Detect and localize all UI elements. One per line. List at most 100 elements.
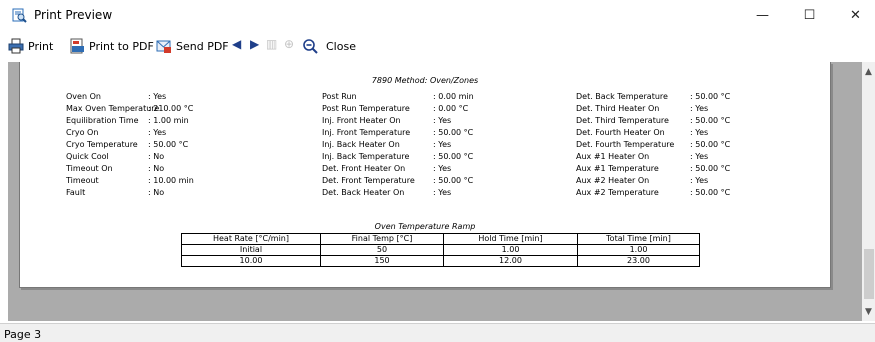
zoom-out-close-button[interactable]: Close (302, 36, 356, 56)
param-value: : 50.00 °C (433, 176, 474, 185)
param-label: Det. Front Heater On (322, 164, 406, 173)
param-label: Det. Front Temperature (322, 176, 415, 185)
param-label: Det. Fourth Temperature (576, 140, 675, 149)
param-value: : 210.00 °C (148, 104, 194, 113)
param-label: Max Oven Temperature (66, 104, 160, 113)
param-value: : No (148, 164, 165, 173)
minimize-button[interactable]: — (740, 0, 785, 32)
ramp-cell: Initial (181, 244, 321, 256)
send-pdf-button[interactable]: Send PDF (156, 36, 229, 56)
ramp-cell: 10.00 (181, 255, 321, 267)
param-label: Det. Third Heater On (576, 104, 660, 113)
printer-icon (8, 38, 24, 54)
ramp-row: Initial 50 1.00 1.00 (181, 244, 700, 256)
param-label: Inj. Front Heater On (322, 116, 401, 125)
param-label: Inj. Back Heater On (322, 140, 400, 149)
param-value: : Yes (690, 128, 709, 137)
param-value: : 50.00 °C (690, 164, 731, 173)
param-label: Timeout (66, 176, 99, 185)
param-label: Det. Fourth Heater On (576, 128, 665, 137)
param-label: Det. Back Temperature (576, 92, 668, 101)
window-title: Print Preview (34, 8, 113, 22)
scroll-down-icon[interactable]: ▼ (862, 307, 875, 317)
ramp-cell: 1.00 (443, 244, 578, 256)
param-label: Aux #2 Heater On (576, 176, 650, 185)
param-value: : Yes (148, 92, 167, 101)
param-label: Timeout On (66, 164, 113, 173)
preview-page: 7890 Method: Oven/Zones Oven On : Yes Max … (19, 62, 831, 288)
ramp-header-cell: Total Time [min] (577, 233, 700, 245)
ramp-cell: 150 (320, 255, 444, 267)
ramp-header-row: Heat Rate [°C/min] Final Temp [°C] Hold Ti… (181, 233, 700, 245)
ramp-cell: 1.00 (577, 244, 700, 256)
param-value: : 50.00 °C (690, 92, 731, 101)
ramp-header-cell: Hold Time [min] (443, 233, 578, 245)
param-value: : Yes (690, 152, 709, 161)
param-value: : No (148, 152, 165, 161)
toolbar: Print Print to PDF Send PDF ◀ ▶ ▥ ⊕ Clos… (0, 32, 875, 60)
send-pdf-label: Send PDF (176, 39, 229, 53)
param-label: Fault (66, 188, 86, 197)
scrollbar-thumb[interactable] (864, 249, 874, 299)
ramp-table: Heat Rate [°C/min] Final Temp [°C] Hold Ti… (181, 233, 700, 267)
param-label: Equilibration Time (66, 116, 139, 125)
previous-page-icon[interactable]: ◀ (232, 37, 241, 51)
param-value: : Yes (433, 164, 452, 173)
param-value: : 10.00 min (148, 176, 194, 185)
param-label: Inj. Back Temperature (322, 152, 410, 161)
param-label: Det. Third Temperature (576, 116, 669, 125)
page-indicator: Page 3 (4, 328, 42, 341)
vertical-scrollbar[interactable]: ▲ ▼ (862, 62, 875, 321)
param-value: : Yes (433, 140, 452, 149)
param-value: : 0.00 °C (433, 104, 469, 113)
ramp-header-cell: Final Temp [°C] (320, 233, 444, 245)
maximize-button[interactable]: ☐ (787, 0, 832, 32)
param-value: : 50.00 °C (690, 116, 731, 125)
ramp-header-cell: Heat Rate [°C/min] (181, 233, 321, 245)
print-to-pdf-button[interactable]: Print to PDF (69, 36, 154, 56)
zoom-in-icon[interactable]: ⊕ (284, 37, 294, 51)
scroll-up-icon[interactable]: ▲ (862, 67, 875, 77)
param-label: Det. Back Heater On (322, 188, 405, 197)
ramp-cell: 12.00 (443, 255, 578, 267)
pdf-print-icon (69, 38, 85, 54)
status-bar: Page 3 (0, 323, 875, 342)
print-button[interactable]: Print (8, 36, 53, 56)
print-label: Print (28, 39, 54, 53)
preview-viewport[interactable]: 7890 Method: Oven/Zones Oven On : Yes Max … (8, 62, 862, 321)
param-value: : 0.00 min (433, 92, 474, 101)
param-value: : Yes (148, 128, 167, 137)
param-value: : 50.00 °C (690, 140, 731, 149)
param-value: : No (148, 188, 165, 197)
ramp-row: 10.00 150 12.00 23.00 (181, 255, 700, 267)
ramp-title: Oven Temperature Ramp (374, 222, 476, 231)
section-title: 7890 Method: Oven/Zones (371, 76, 479, 85)
print-preview-icon (12, 8, 27, 23)
close-label: Close (326, 39, 356, 53)
param-label: Cryo Temperature (66, 140, 138, 149)
param-label: Aux #2 Temperature (576, 188, 659, 197)
param-label: Oven On (66, 92, 101, 101)
param-value: : Yes (690, 104, 709, 113)
param-value: : 50.00 °C (690, 188, 731, 197)
param-label: Post Run Temperature (322, 104, 410, 113)
param-value: : Yes (433, 116, 452, 125)
param-value: : 1.00 min (148, 116, 189, 125)
columns-icon[interactable]: ▥ (266, 37, 277, 51)
param-label: Post Run (322, 92, 357, 101)
param-value: : 50.00 °C (433, 128, 474, 137)
ramp-cell: 23.00 (577, 255, 700, 267)
param-value: : Yes (433, 188, 452, 197)
param-value: : 50.00 °C (433, 152, 474, 161)
zoom-out-icon (302, 38, 318, 54)
param-value: : Yes (690, 176, 709, 185)
next-page-icon[interactable]: ▶ (250, 37, 259, 51)
close-window-button[interactable]: ✕ (833, 0, 875, 32)
ramp-cell: 50 (320, 244, 444, 256)
param-label: Quick Cool (66, 152, 109, 161)
param-label: Inj. Front Temperature (322, 128, 411, 137)
title-bar: Print Preview — ☐ ✕ (0, 0, 875, 32)
param-label: Aux #1 Temperature (576, 164, 659, 173)
print-to-pdf-label: Print to PDF (89, 39, 154, 53)
param-label: Aux #1 Heater On (576, 152, 650, 161)
